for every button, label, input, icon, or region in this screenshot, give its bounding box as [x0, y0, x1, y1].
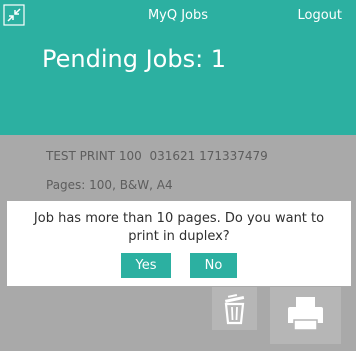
print-job-button[interactable]	[270, 287, 341, 344]
app-window: MyQ Jobs Logout Pending Jobs: 1 TEST PRI…	[0, 0, 356, 351]
job-details: Pages: 100, B&W, A4	[46, 178, 173, 192]
job-name: TEST PRINT 100 031621 171337479	[46, 149, 268, 163]
logout-link[interactable]: Logout	[297, 8, 342, 23]
delete-job-button[interactable]	[212, 287, 257, 330]
trash-icon	[224, 293, 245, 325]
no-button[interactable]: No	[190, 253, 237, 278]
minimize-button[interactable]	[3, 4, 25, 26]
dialog-message: Job has more than 10 pages. Do you want …	[33, 211, 325, 244]
pending-jobs-title: Pending Jobs: 1	[42, 45, 227, 73]
minimize-arrows-icon	[3, 4, 25, 26]
top-bar: MyQ Jobs Logout	[0, 0, 356, 32]
header: MyQ Jobs Logout Pending Jobs: 1	[0, 0, 356, 135]
printer-icon	[288, 297, 323, 331]
yes-button[interactable]: Yes	[121, 253, 171, 278]
duplex-dialog: Job has more than 10 pages. Do you want …	[7, 201, 351, 286]
